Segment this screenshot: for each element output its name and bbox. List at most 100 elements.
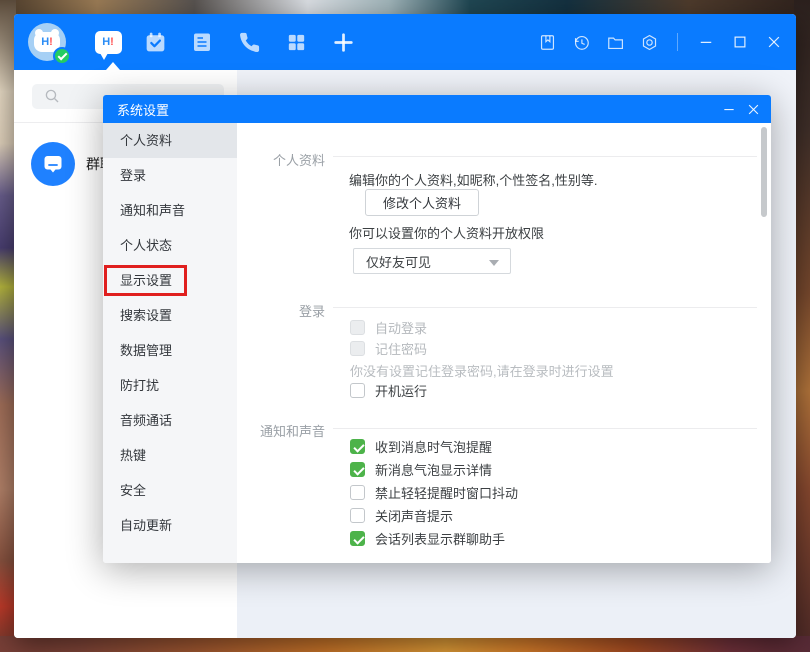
tab-messages[interactable]: H!: [94, 28, 122, 56]
checkbox[interactable]: [350, 531, 365, 546]
close-button[interactable]: [764, 32, 784, 52]
dialog-minimize-icon: [722, 102, 736, 116]
desktop-wallpaper-bottom: [0, 636, 810, 652]
checkbox[interactable]: [350, 383, 365, 398]
checkbox: [350, 341, 365, 356]
privacy-select-value: 仅好友可见: [366, 252, 431, 271]
checkbox-row: 新消息气泡显示详情: [350, 461, 518, 478]
dialog-scrollbar[interactable]: [761, 127, 767, 217]
checkbox-label: 禁止轻轻提醒时窗口抖动: [375, 483, 518, 502]
tab-news[interactable]: [188, 28, 216, 56]
plus-icon: [331, 30, 356, 55]
checkbox-row: 禁止轻轻提醒时窗口抖动: [350, 484, 518, 501]
dialog-sidebar-items: 个人资料登录通知和声音个人状态显示设置搜索设置数据管理防打扰音频通话热键安全自动…: [103, 123, 237, 543]
section-divider: [333, 307, 757, 308]
close-icon: [765, 33, 783, 51]
folder-button[interactable]: [605, 32, 625, 52]
sidebar-item-12[interactable]: 自动更新: [103, 508, 237, 543]
main-window: H! H!: [14, 14, 796, 638]
checkbox-label: 新消息气泡显示详情: [375, 460, 492, 479]
section-divider: [333, 428, 757, 429]
edit-profile-button[interactable]: 修改个人资料: [365, 189, 479, 216]
profile-description: 编辑你的个人资料,如昵称,个性签名,性别等.: [349, 170, 597, 189]
dialog-sidebar: 个人资料登录通知和声音个人状态显示设置搜索设置数据管理防打扰音频通话热键安全自动…: [103, 123, 237, 563]
dialog-content: 个人资料 编辑你的个人资料,如昵称,个性签名,性别等. 修改个人资料 你可以设置…: [237, 123, 771, 563]
checkbox[interactable]: [350, 485, 365, 500]
minimize-button[interactable]: [696, 32, 716, 52]
privacy-select[interactable]: 仅好友可见: [353, 248, 511, 274]
dialog-minimize-button[interactable]: [721, 102, 736, 117]
folder-icon: [606, 33, 625, 52]
sidebar-item-8[interactable]: 防打扰: [103, 368, 237, 403]
notebook-icon: [538, 33, 557, 52]
settings-button[interactable]: [639, 32, 659, 52]
section-label-notify: 通知和声音: [237, 421, 325, 440]
sidebar-item-6[interactable]: 搜索设置: [103, 298, 237, 333]
titlebar-separator: [677, 33, 678, 51]
sidebar-item-3[interactable]: 通知和声音: [103, 193, 237, 228]
chat-bubble-icon: H!: [95, 31, 122, 54]
sidebar-item-9[interactable]: 音频通话: [103, 403, 237, 438]
dialog-body: 个人资料登录通知和声音个人状态显示设置搜索设置数据管理防打扰音频通话热键安全自动…: [103, 123, 771, 563]
checkbox[interactable]: [350, 508, 365, 523]
sidebar-item-5[interactable]: 显示设置: [103, 263, 237, 298]
user-avatar[interactable]: H!: [28, 23, 66, 61]
group-chat-avatar: [31, 142, 75, 186]
dialog-close-button[interactable]: [746, 102, 761, 117]
apps-grid-icon: [285, 31, 308, 54]
checkbox-row: 自动登录: [350, 319, 614, 336]
section-label-profile: 个人资料: [237, 150, 325, 169]
dialog-title: 系统设置: [117, 100, 169, 119]
maximize-icon: [731, 33, 749, 51]
chevron-down-icon: [489, 260, 499, 266]
notify-rows: 收到消息时气泡提醒新消息气泡显示详情禁止轻轻提醒时窗口抖动关闭声音提示会话列表显…: [350, 438, 518, 553]
checkbox-row: 记住密码: [350, 340, 614, 357]
titlebar-right-icons: [537, 14, 784, 70]
sidebar-item-4[interactable]: 个人状态: [103, 228, 237, 263]
checkbox-label: 会话列表显示群聊助手: [375, 529, 505, 548]
checkbox-row: 会话列表显示群聊助手: [350, 530, 518, 547]
gear-icon: [640, 33, 659, 52]
tab-calendar[interactable]: [141, 28, 169, 56]
minimize-icon: [697, 33, 715, 51]
main-titlebar: H! H!: [14, 14, 796, 70]
tab-add[interactable]: [329, 28, 357, 56]
checkbox-label: 自动登录: [375, 318, 427, 337]
checkbox-label: 关闭声音提示: [375, 506, 453, 525]
sidebar-item-2[interactable]: 登录: [103, 158, 237, 193]
checkbox-row: 关闭声音提示: [350, 507, 518, 524]
notebook-button[interactable]: [537, 32, 557, 52]
section-label-login: 登录: [237, 301, 325, 320]
tab-apps[interactable]: [282, 28, 310, 56]
login-password-note: 你没有设置记住登录密码,请在登录时进行设置: [350, 361, 614, 378]
sidebar-item-1[interactable]: 个人资料: [103, 123, 237, 158]
dialog-close-icon: [746, 102, 761, 117]
sidebar-item-7[interactable]: 数据管理: [103, 333, 237, 368]
checkbox[interactable]: [350, 462, 365, 477]
nav-tabs: H!: [94, 28, 357, 56]
online-status-badge: [55, 49, 69, 63]
tab-calls[interactable]: [235, 28, 263, 56]
active-tab-indicator: [106, 62, 120, 70]
checkbox-row: 开机运行: [350, 382, 614, 399]
dialog-controls: [721, 102, 761, 117]
search-icon: [44, 88, 61, 105]
checkbox: [350, 320, 365, 335]
checkbox[interactable]: [350, 439, 365, 454]
bear-logo: H!: [34, 32, 60, 52]
maximize-button[interactable]: [730, 32, 750, 52]
settings-dialog: 系统设置 个人资料登录通知和声音个人状态显示设置搜索设置数据管理防打扰音频通话热…: [103, 95, 771, 563]
phone-icon: [238, 31, 261, 54]
section-divider: [333, 156, 757, 157]
sidebar-item-11[interactable]: 安全: [103, 473, 237, 508]
conversation-item-group-chat[interactable]: 群聊: [31, 142, 114, 186]
history-button[interactable]: [571, 32, 591, 52]
checkbox-label: 记住密码: [375, 339, 427, 358]
news-icon: [190, 30, 214, 54]
dialog-titlebar: 系统设置: [103, 95, 771, 123]
chat-window-icon: [41, 152, 65, 176]
sidebar-item-10[interactable]: 热键: [103, 438, 237, 473]
login-rows: 自动登录记住密码你没有设置记住登录密码,请在登录时进行设置开机运行: [350, 319, 614, 403]
history-clock-icon: [572, 33, 591, 52]
checkbox-label: 开机运行: [375, 381, 427, 400]
